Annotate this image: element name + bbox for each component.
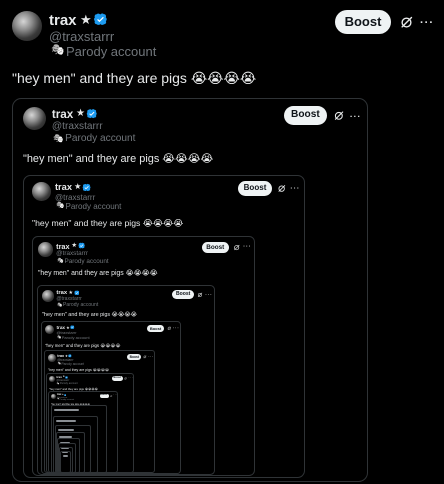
post-text: "hey men" and they are pigs 😭😭😭😭 xyxy=(38,270,158,278)
avatar[interactable] xyxy=(38,242,53,257)
avatar[interactable] xyxy=(12,11,42,41)
grok-icon[interactable] xyxy=(197,292,203,298)
avatar[interactable] xyxy=(48,354,56,362)
boost-button[interactable]: Boost xyxy=(237,181,273,197)
boost-button[interactable]: Boost xyxy=(172,289,195,299)
parody-label: Parody account xyxy=(65,202,122,212)
post-text xyxy=(54,409,80,411)
grok-icon[interactable] xyxy=(277,184,286,193)
grok-icon[interactable] xyxy=(143,355,147,359)
more-options-icon[interactable]: ··· xyxy=(129,377,133,379)
parody-label: Parody account xyxy=(59,381,78,385)
parody-label: Parody account xyxy=(61,361,85,366)
more-options-icon[interactable]: ··· xyxy=(149,355,155,359)
verified-badge-icon xyxy=(82,183,91,192)
star-icon: ★ xyxy=(76,107,86,119)
mask-icon: 🎭 xyxy=(57,334,62,339)
more-options-icon[interactable]: ··· xyxy=(420,18,434,29)
more-options-icon[interactable]: ··· xyxy=(173,326,179,330)
boost-button[interactable]: Boost xyxy=(335,10,391,34)
avatar[interactable] xyxy=(45,325,55,335)
grok-icon[interactable] xyxy=(399,15,414,30)
parody-label: Parody account xyxy=(61,334,90,340)
more-options-icon[interactable]: ··· xyxy=(205,292,212,297)
star-icon: ★ xyxy=(68,289,74,296)
boost-button[interactable]: Boost xyxy=(146,324,165,333)
boost-button[interactable]: Boost xyxy=(127,353,142,360)
more-options-icon[interactable]: ··· xyxy=(350,112,362,121)
grok-icon[interactable] xyxy=(333,110,345,122)
grok-icon[interactable] xyxy=(124,377,128,380)
boost-button[interactable]: Boost xyxy=(201,241,229,254)
author-name[interactable]: trax xyxy=(52,108,73,121)
mask-icon: 🎭 xyxy=(57,257,64,264)
mask-icon: 🎭 xyxy=(53,132,65,143)
boost-button[interactable]: Boost xyxy=(99,393,109,398)
quoted-post[interactable] xyxy=(60,451,71,473)
post-text: "hey men" and they are pigs 😭😭😭😭 xyxy=(12,70,257,86)
grok-icon[interactable] xyxy=(110,394,113,397)
boost-button[interactable]: Boost xyxy=(283,106,328,125)
avatar[interactable] xyxy=(51,394,56,399)
author-handle[interactable]: @traxstarrr xyxy=(55,193,95,202)
more-options-icon[interactable]: ··· xyxy=(113,394,117,397)
parody-label: Parody account xyxy=(59,399,75,402)
post-text: "hey men" and they are pigs 😭😭😭😭 xyxy=(45,342,121,348)
more-options-icon[interactable]: ··· xyxy=(290,186,300,193)
author-name[interactable]: trax xyxy=(55,182,72,192)
avatar[interactable] xyxy=(49,376,55,382)
grok-icon[interactable] xyxy=(167,326,172,331)
avatar[interactable] xyxy=(32,182,51,201)
verified-badge-icon xyxy=(93,12,108,27)
mask-icon: 🎭 xyxy=(56,202,65,210)
verified-badge-icon xyxy=(86,108,98,120)
star-icon: ★ xyxy=(74,182,82,192)
parody-label: Parody account xyxy=(64,257,109,265)
author-name[interactable]: trax xyxy=(49,13,77,28)
post-text xyxy=(63,455,68,457)
author-name[interactable]: trax xyxy=(56,243,69,251)
boost-button[interactable]: Boost xyxy=(111,375,123,381)
parody-label: Parody account xyxy=(65,132,136,144)
post-text: "hey men" and they are pigs 😭😭😭😭 xyxy=(48,368,110,372)
mask-icon: 🎭 xyxy=(51,44,65,56)
star-icon: ★ xyxy=(80,12,92,27)
post-text: "hey men" and they are pigs 😭😭😭😭 xyxy=(23,152,214,165)
post-text xyxy=(58,429,75,431)
post-text xyxy=(56,420,77,422)
author-handle[interactable]: @traxstarrr xyxy=(49,30,114,43)
verified-badge-icon xyxy=(78,242,85,249)
avatar[interactable] xyxy=(42,290,54,302)
parody-label: Parody account xyxy=(66,44,157,59)
more-options-icon[interactable]: ··· xyxy=(243,245,251,251)
post-text: "hey men" and they are pigs 😭😭😭😭 xyxy=(42,312,138,319)
author-handle[interactable]: @traxstarrr xyxy=(52,121,103,132)
avatar[interactable] xyxy=(23,107,47,131)
verified-badge-icon xyxy=(73,290,80,296)
mask-icon: 🎭 xyxy=(57,302,63,308)
grok-icon[interactable] xyxy=(233,244,240,251)
author-handle[interactable]: @traxstarrr xyxy=(56,250,88,257)
parody-label: Parody account xyxy=(63,302,99,309)
post-text: "hey men" and they are pigs 😭😭😭😭 xyxy=(32,218,184,229)
star-icon: ★ xyxy=(71,241,78,249)
